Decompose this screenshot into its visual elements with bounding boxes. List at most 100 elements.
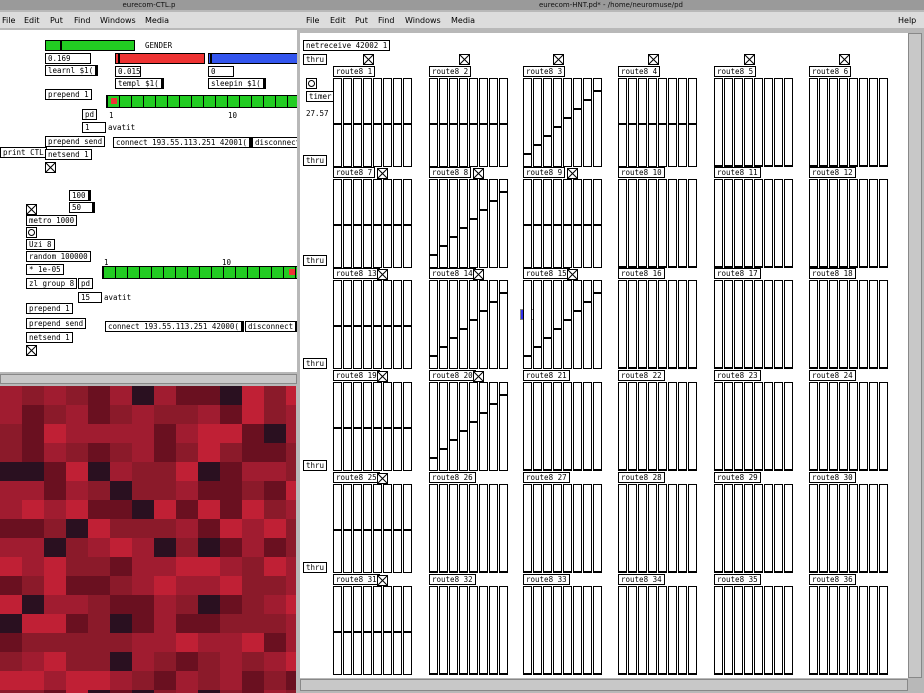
vslider[interactable]	[479, 382, 488, 471]
vslider[interactable]	[724, 179, 733, 268]
vslider[interactable]	[668, 78, 677, 167]
vslider[interactable]	[648, 78, 657, 167]
vslider[interactable]	[678, 586, 687, 675]
msg-50[interactable]: 50	[69, 202, 95, 213]
menu-media-r[interactable]: Media	[451, 16, 475, 25]
vslider[interactable]	[648, 586, 657, 675]
msg-temp[interactable]: templ $1(	[115, 78, 164, 89]
route8-toggle[interactable]	[377, 168, 388, 179]
menu-windows[interactable]: Windows	[100, 16, 136, 25]
vslider[interactable]	[459, 484, 468, 573]
vslider[interactable]	[678, 484, 687, 573]
obj-thru-6[interactable]: thru	[303, 562, 328, 573]
vslider[interactable]	[353, 78, 362, 167]
vslider[interactable]	[754, 78, 763, 167]
vslider[interactable]	[628, 78, 637, 167]
vslider[interactable]	[333, 382, 342, 471]
vslider[interactable]	[819, 586, 828, 675]
vslider[interactable]	[638, 78, 647, 167]
msg-connect[interactable]: connect 193.55.113.251 42001(	[113, 137, 252, 148]
vslider[interactable]	[449, 586, 458, 675]
route8-object[interactable]: route8 24	[809, 370, 856, 381]
route8-object[interactable]: route8 9	[523, 167, 566, 178]
vslider[interactable]	[784, 280, 793, 369]
vslider[interactable]	[439, 78, 448, 167]
route8-toggle[interactable]	[377, 371, 388, 382]
obj-print[interactable]: print CTL	[0, 147, 47, 158]
vslider[interactable]	[383, 179, 392, 268]
vslider[interactable]	[648, 484, 657, 573]
vslider[interactable]	[573, 179, 582, 268]
vslider[interactable]	[618, 78, 627, 167]
vslider[interactable]	[583, 179, 592, 268]
vslider[interactable]	[543, 382, 552, 471]
route8-toggle[interactable]	[377, 575, 388, 586]
vslider[interactable]	[583, 280, 592, 369]
vslider[interactable]	[784, 179, 793, 268]
msg-100[interactable]: 100	[69, 190, 91, 201]
vslider[interactable]	[658, 78, 667, 167]
vslider[interactable]	[499, 382, 508, 471]
vslider[interactable]	[744, 179, 753, 268]
route8-object[interactable]: route8 18	[809, 268, 856, 279]
vslider[interactable]	[859, 179, 868, 268]
float-learn[interactable]: 0.169	[45, 53, 91, 64]
vslider[interactable]	[523, 78, 532, 167]
vslider[interactable]	[439, 586, 448, 675]
vslider[interactable]	[429, 78, 438, 167]
route8-object[interactable]: route8 6	[809, 66, 852, 77]
vslider[interactable]	[678, 78, 687, 167]
vslider[interactable]	[469, 382, 478, 471]
vslider[interactable]	[489, 179, 498, 268]
route8-top-toggle[interactable]	[459, 54, 470, 65]
vslider[interactable]	[668, 382, 677, 471]
route8-object[interactable]: route8 28	[618, 472, 665, 483]
vslider[interactable]	[849, 586, 858, 675]
vslider[interactable]	[879, 78, 888, 167]
obj-thru-5[interactable]: thru	[303, 460, 328, 471]
vslider[interactable]	[429, 484, 438, 573]
vslider[interactable]	[583, 78, 592, 167]
vslider[interactable]	[393, 586, 402, 675]
vslider[interactable]	[449, 484, 458, 573]
vslider[interactable]	[563, 78, 572, 167]
right-patch-canvas[interactable]: netreceive 42002 1 thru timer 27.57 thru…	[300, 33, 908, 678]
vslider[interactable]	[734, 179, 743, 268]
route8-object[interactable]: route8 13	[333, 268, 380, 279]
vslider[interactable]	[573, 484, 582, 573]
vslider[interactable]	[764, 280, 773, 369]
vslider[interactable]	[819, 382, 828, 471]
vslider[interactable]	[439, 179, 448, 268]
route8-toggle[interactable]	[473, 269, 484, 280]
obj-exp[interactable]: * 1e-05	[26, 264, 64, 275]
vslider[interactable]	[363, 280, 372, 369]
vslider[interactable]	[819, 484, 828, 573]
route8-toggle[interactable]	[473, 371, 484, 382]
route8-object[interactable]: route8 26	[429, 472, 476, 483]
vslider[interactable]	[593, 179, 602, 268]
menu-windows-r[interactable]: Windows	[405, 16, 441, 25]
obj-netreceive[interactable]: netreceive 42002 1	[303, 40, 391, 51]
vslider[interactable]	[724, 78, 733, 167]
vslider[interactable]	[819, 78, 828, 167]
route8-toggle[interactable]	[473, 168, 484, 179]
obj-pd-2[interactable]: pd	[78, 278, 94, 289]
vslider[interactable]	[343, 280, 352, 369]
vslider[interactable]	[754, 586, 763, 675]
vslider[interactable]	[774, 586, 783, 675]
vslider[interactable]	[523, 179, 532, 268]
menu-edit[interactable]: Edit	[24, 16, 40, 25]
vslider[interactable]	[489, 382, 498, 471]
route8-object[interactable]: route8 30	[809, 472, 856, 483]
vslider[interactable]	[869, 382, 878, 471]
vslider[interactable]	[754, 382, 763, 471]
vslider[interactable]	[593, 484, 602, 573]
vslider[interactable]	[734, 484, 743, 573]
msg-connect-2[interactable]: connect 193.55.113.251 42000(	[105, 321, 244, 332]
vslider[interactable]	[373, 382, 382, 471]
vslider[interactable]	[393, 484, 402, 573]
vslider[interactable]	[638, 280, 647, 369]
gender-slider[interactable]	[45, 40, 135, 51]
vslider[interactable]	[714, 484, 723, 573]
vslider[interactable]	[499, 280, 508, 369]
